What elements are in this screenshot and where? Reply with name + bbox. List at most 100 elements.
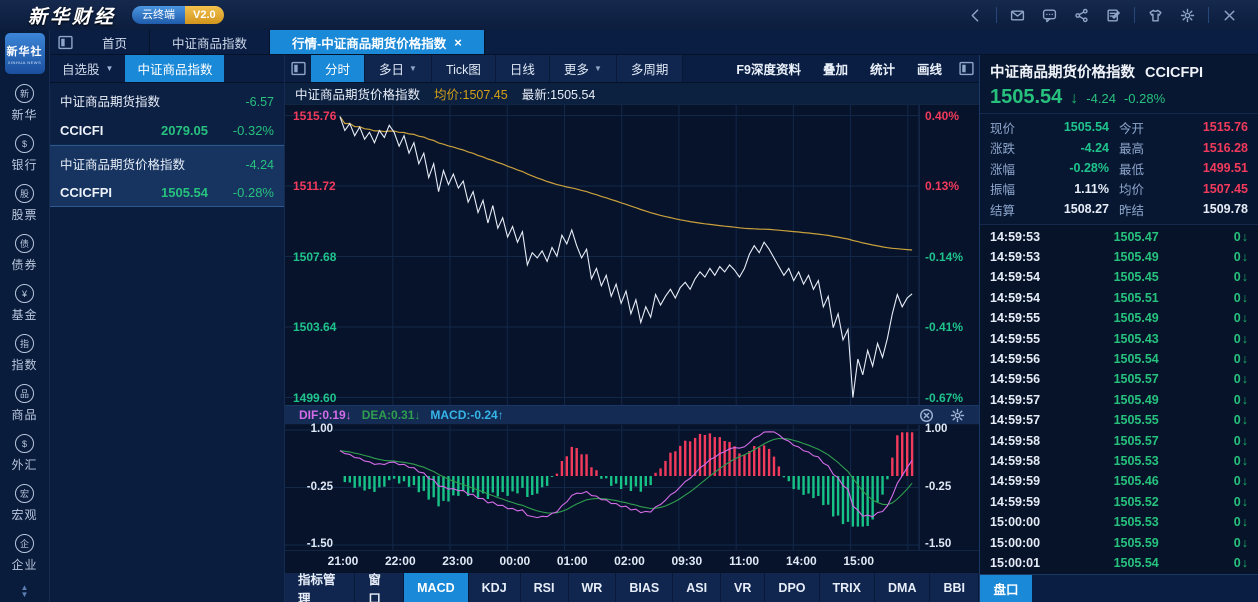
nav-panel-toggle-icon[interactable] <box>50 30 80 54</box>
share-icon[interactable] <box>1074 8 1089 23</box>
period-button-Tick图[interactable]: Tick图 <box>432 55 496 82</box>
quote-detail-cell: 昨结1509.78 <box>1119 200 1248 219</box>
sidebar-item-funds[interactable]: ¥基金 <box>11 284 37 323</box>
mail-icon[interactable] <box>1010 8 1025 23</box>
xinhua-agency-logo[interactable]: 新华社 XINHUA NEWS <box>5 33 45 74</box>
instrument-pct: -0.32% <box>222 123 274 138</box>
indicator-tab-ASI[interactable]: ASI <box>673 573 721 602</box>
quote-field-label: 最高 <box>1119 138 1161 157</box>
commodity-icon: 品 <box>15 384 34 403</box>
brand-logo: 新华财经 <box>28 2 116 29</box>
macd-settings-gear-icon[interactable] <box>950 408 965 423</box>
watchlist-tab[interactable]: 自选股▼ <box>50 55 125 82</box>
tick-down-arrow-icon: ↓ <box>1242 352 1248 366</box>
indicator-tab-bar: 指标管理窗口MACDKDJRSIWRBIASASIVRDPOTRIXDMABBI <box>285 572 979 602</box>
xinhua-news-icon: 新 <box>15 84 34 103</box>
tool-link[interactable]: F9深度资料 <box>725 55 812 82</box>
sidebar-item-stocks[interactable]: 股股票 <box>11 184 37 223</box>
indicator-tab-WR[interactable]: WR <box>569 573 617 602</box>
note-icon[interactable] <box>1106 8 1121 23</box>
instrument-code: CCICFI <box>60 123 161 138</box>
close-icon[interactable] <box>1222 8 1237 23</box>
nav-tab-item[interactable]: 中证商品指数 <box>150 30 270 54</box>
indicator-tab-KDJ[interactable]: KDJ <box>469 573 521 602</box>
tab-close-icon[interactable]: × <box>454 35 462 50</box>
indicator-tab-BBI[interactable]: BBI <box>930 573 979 602</box>
sidebar-scroll-arrows[interactable]: ▲▼ <box>21 584 29 602</box>
sidebar-item-commodity[interactable]: 品商品 <box>11 384 37 423</box>
price-axis-tick: 1511.72 <box>293 179 336 193</box>
watchlist-row-CCICFI[interactable]: 中证商品期货指数-6.57CCICFI2079.05-0.32% <box>50 83 284 145</box>
time-axis-tick: 00:00 <box>500 554 531 568</box>
chat-icon[interactable] <box>1042 8 1057 23</box>
macd-close-icon[interactable] <box>919 408 934 423</box>
quote-detail-row: 涨跌-4.24最高1516.28 <box>990 138 1248 159</box>
sidebar-item-bank[interactable]: $银行 <box>11 134 37 173</box>
chevron-left-icon[interactable] <box>968 8 983 23</box>
tick-time: 14:59:59 <box>990 495 1066 509</box>
tab-pankou[interactable]: 盘口 <box>980 575 1032 602</box>
indicator-tab-MACD[interactable]: MACD <box>404 573 469 602</box>
tick-price: 1505.46 <box>1066 474 1211 488</box>
version-badge-label: V2.0 <box>185 6 224 24</box>
macd-axis-tick: -0.25 <box>925 481 951 493</box>
period-button-多周期[interactable]: 多周期 <box>617 55 684 82</box>
tool-link[interactable]: 统计 <box>859 55 906 82</box>
tool-link[interactable]: 画线 <box>906 55 953 82</box>
indicator-tab-VR[interactable]: VR <box>721 573 765 602</box>
sidebar-item-xinhua[interactable]: 新新华 <box>11 84 37 123</box>
watchlist-collapse-icon[interactable] <box>285 55 311 82</box>
nav-tab-item[interactable]: 首页 <box>80 30 150 54</box>
tick-price: 1505.49 <box>1066 311 1211 325</box>
quote-field-label: 昨结 <box>1119 200 1161 219</box>
sidebar-item-index[interactable]: 指指数 <box>11 334 37 373</box>
indicator-tab-TRIX[interactable]: TRIX <box>820 573 875 602</box>
period-button-日线[interactable]: 日线 <box>496 55 550 82</box>
watchlist-tab[interactable]: 中证商品指数 <box>125 55 224 82</box>
sidebar-item-macro[interactable]: 宏宏观 <box>11 484 37 523</box>
tick-time: 14:59:57 <box>990 393 1066 407</box>
funds-icon: ¥ <box>15 284 34 303</box>
tick-volume: 0 <box>1211 372 1241 386</box>
indicator-tab-DMA[interactable]: DMA <box>875 573 930 602</box>
period-button-分时[interactable]: 分时 <box>311 55 365 82</box>
time-and-sales-list[interactable]: 14:59:531505.470↓14:59:531505.490↓14:59:… <box>980 225 1258 575</box>
indicator-tab-指标管理[interactable]: 指标管理 <box>285 573 355 602</box>
period-button-多日[interactable]: 多日▼ <box>365 55 432 82</box>
topbar-icon-group <box>955 7 996 23</box>
sidebar-item-forex[interactable]: $外汇 <box>11 434 37 473</box>
tick-volume: 0 <box>1211 474 1241 488</box>
instrument-name: 中证商品期货指数 <box>60 91 246 110</box>
percent-axis-tick: -0.14% <box>925 250 963 264</box>
indicator-tab-RSI[interactable]: RSI <box>521 573 569 602</box>
indicator-tab-DPO[interactable]: DPO <box>765 573 819 602</box>
tick-row: 14:59:561505.570↓ <box>990 369 1248 389</box>
tick-volume: 0 <box>1211 495 1241 509</box>
time-axis-tick: 01:00 <box>557 554 588 568</box>
caret-down-icon: ▼ <box>106 64 114 73</box>
macd-indicator-chart[interactable]: 1.001.00-0.25-0.25-1.50-1.50 <box>285 425 979 550</box>
cloud-version-badge[interactable]: 云终端 V2.0 <box>132 6 224 24</box>
tick-price: 1505.57 <box>1066 372 1211 386</box>
indicator-tab-窗口[interactable]: 窗口 <box>355 573 404 602</box>
tool-link[interactable]: 叠加 <box>812 55 859 82</box>
quote-collapse-icon[interactable] <box>953 55 979 82</box>
watchlist-row-CCICFPI[interactable]: 中证商品期货价格指数-4.24CCICFPI1505.54-0.28% <box>50 145 284 207</box>
macd-axis-tick: -1.50 <box>293 538 333 550</box>
intraday-price-chart[interactable]: 1515.761511.721507.681503.641499.60 0.40… <box>285 105 979 405</box>
period-button-更多[interactable]: 更多▼ <box>550 55 617 82</box>
price-down-arrow-icon: ↓ <box>1070 90 1078 108</box>
watchlist-tabs: 自选股▼中证商品指数 <box>50 55 284 83</box>
sidebar-item-enterprise[interactable]: 企企业 <box>11 534 37 573</box>
sidebar-item-bonds[interactable]: 债债券 <box>11 234 37 273</box>
chart-avg-label: 均价:1507.45 <box>434 84 508 103</box>
tick-price: 1505.55 <box>1066 413 1211 427</box>
instrument-name: 中证商品期货价格指数 <box>60 154 246 173</box>
gear-icon[interactable] <box>1180 8 1195 23</box>
nav-tab-active[interactable]: 行情-中证商品期货价格指数× <box>270 30 485 54</box>
tick-down-arrow-icon: ↓ <box>1242 413 1248 427</box>
tick-price: 1505.57 <box>1066 434 1211 448</box>
shirt-icon[interactable] <box>1148 8 1163 23</box>
indicator-tab-BIAS[interactable]: BIAS <box>616 573 673 602</box>
tick-price: 1505.53 <box>1066 454 1211 468</box>
